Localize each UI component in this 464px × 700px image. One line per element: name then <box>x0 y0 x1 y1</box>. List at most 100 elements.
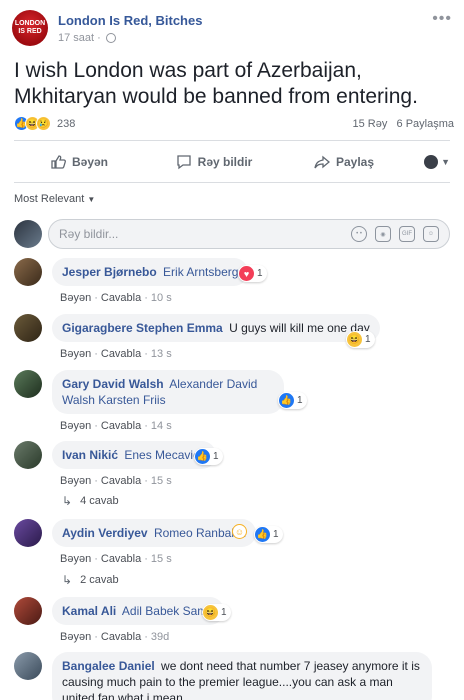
comment-reactions[interactable]: ♥ 1 <box>238 265 267 282</box>
share-button[interactable]: Paylaş <box>284 154 404 170</box>
comment-reply-link[interactable]: Cavabla <box>101 420 141 432</box>
comment-body: Ivan Nikić Enes Mecavica 👍 1 Bəyən · Cavabl… <box>52 441 223 487</box>
share-arrow-icon <box>314 155 330 169</box>
avatar-logo-text: LONDON IS RED <box>14 20 46 35</box>
comment-item: Bangalee Daniel we dont need that number… <box>14 652 450 700</box>
comment-author[interactable]: Gigaragbere Stephen Emma <box>62 321 223 335</box>
avatar[interactable] <box>14 220 42 248</box>
post-header: LONDON IS RED London Is Red, Bitches 17 … <box>12 10 452 46</box>
shares-count[interactable]: 6 Paylaşma <box>397 118 454 130</box>
view-replies-link[interactable]: ↳ 4 cavab <box>62 494 119 508</box>
comment-reactions[interactable]: 👍 1 <box>194 448 223 465</box>
like-button[interactable]: Bəyən <box>14 154 144 170</box>
comment-reply-link[interactable]: Cavabla <box>101 475 141 487</box>
comment-timestamp[interactable]: 39d <box>151 631 169 643</box>
comment-like-link[interactable]: Bəyən <box>60 348 91 360</box>
comment-reaction-button[interactable]: ☺ <box>232 524 250 539</box>
comment-reply-link[interactable]: Cavabla <box>101 631 141 643</box>
comment-like-link[interactable]: Bəyən <box>60 631 91 643</box>
camera-icon[interactable]: ◉ <box>375 226 391 242</box>
avatar[interactable] <box>14 519 42 547</box>
comment-input[interactable] <box>59 227 351 241</box>
reply-arrow-icon: ↳ <box>62 494 73 508</box>
page-name-link[interactable]: London Is Red, Bitches <box>58 13 452 28</box>
sticker-icon[interactable]: ☺ <box>423 226 439 242</box>
reaction-count[interactable]: 238 <box>57 118 75 130</box>
post-timestamp[interactable]: 17 saat <box>58 32 94 44</box>
comment-mention[interactable]: Adil Babek Samir <box>122 604 214 618</box>
comment-sort-dropdown[interactable]: Most Relevant ▼ <box>14 193 95 205</box>
comment-reactions[interactable]: 👍 1 <box>278 392 307 409</box>
comment-reactions[interactable]: 😆 1 <box>202 604 231 621</box>
reaction-as-selector[interactable]: ▼ <box>424 155 450 169</box>
composer-icons: • • ◉ GIF ☺ <box>351 226 439 242</box>
comment-reactions[interactable]: 😆 1 <box>346 331 375 348</box>
comment-like-link[interactable]: Bəyən <box>60 475 91 487</box>
replies-count: 4 cavab <box>80 495 119 507</box>
comment-reaction-count: 1 <box>273 529 279 540</box>
dot-separator: · <box>144 348 148 360</box>
avatar[interactable] <box>14 652 42 680</box>
dot-separator: · <box>144 420 148 432</box>
comment-timestamp[interactable]: 13 s <box>151 348 172 360</box>
comment-author[interactable]: Jesper Bjørnebo <box>62 265 157 279</box>
comment-author[interactable]: Gary David Walsh <box>62 377 164 391</box>
view-replies-link[interactable]: ↳ 2 cavab <box>62 573 119 587</box>
dot-separator: · <box>94 553 98 565</box>
comment-reply-link[interactable]: Cavabla <box>101 348 141 360</box>
comment-reaction-count: 1 <box>297 395 303 406</box>
comment-like-link[interactable]: Bəyən <box>60 292 91 304</box>
comment-timestamp[interactable]: 10 s <box>151 292 172 304</box>
comment-author[interactable]: Aydin Verdiyev <box>62 526 148 540</box>
post-actions-bar: Bəyən Rəy bildir Paylaş ▼ <box>14 146 450 178</box>
comment-reaction-count: 1 <box>257 268 263 279</box>
comment-body: Gary David Walsh Alexander David Walsh K… <box>52 370 307 432</box>
comment-like-link[interactable]: Bəyən <box>60 420 91 432</box>
like-icon: 👍 <box>279 393 294 408</box>
comment-body: Gigaragbere Stephen Emma U guys will kil… <box>52 314 380 360</box>
comment-author[interactable]: Bangalee Daniel <box>62 659 155 673</box>
comment-button[interactable]: Rəy bildir <box>144 154 284 170</box>
comment-bubble: Bangalee Daniel we dont need that number… <box>52 652 432 700</box>
emoji-icon[interactable]: • • <box>351 226 367 242</box>
comment-like-link[interactable]: Bəyən <box>60 553 91 565</box>
dot-separator: · <box>94 475 98 487</box>
avatar[interactable] <box>14 441 42 469</box>
comment-reaction-count: 1 <box>365 334 371 345</box>
comment-actions: Bəyən · Cavabla · 13 s <box>60 348 380 360</box>
divider <box>14 182 450 183</box>
comment-reactions[interactable]: 👍 1 <box>254 526 283 543</box>
comment-reply-link[interactable]: Cavabla <box>101 292 141 304</box>
more-options-icon[interactable]: ••• <box>432 10 452 28</box>
dot-separator: · <box>144 292 148 304</box>
comment-author[interactable]: Ivan Nikić <box>62 448 118 462</box>
comment-author[interactable]: Kamal Ali <box>62 604 116 618</box>
comment-actions: Bəyən · Cavabla · 39d <box>60 631 224 643</box>
page-avatar[interactable]: LONDON IS RED <box>12 10 48 46</box>
comment-timestamp[interactable]: 14 s <box>151 420 172 432</box>
globe-icon <box>105 32 116 43</box>
avatar[interactable] <box>14 314 42 342</box>
comment-bubble: Ivan Nikić Enes Mecavica <box>52 441 216 469</box>
avatar[interactable] <box>14 370 42 398</box>
avatar[interactable] <box>14 258 42 286</box>
comment-bubble: Jesper Bjørnebo Erik Arntsberg <box>52 258 249 286</box>
comment-mention[interactable]: Erik Arntsberg <box>163 265 238 279</box>
post-meta: 17 saat · <box>58 32 452 44</box>
divider <box>14 140 450 141</box>
comment-timestamp[interactable]: 15 s <box>151 553 172 565</box>
reactions-summary[interactable]: 👍 😆 😢 238 15 Rəy 6 Paylaşma <box>14 116 454 131</box>
comment-input-box[interactable]: • • ◉ GIF ☺ <box>48 219 450 249</box>
comment-timestamp[interactable]: 15 s <box>151 475 172 487</box>
comment-bubble: Gary David Walsh Alexander David Walsh K… <box>52 370 284 414</box>
comments-count[interactable]: 15 Rəy <box>352 118 387 130</box>
comment-item: Aydin Verdiyev Romeo Ranbaksi ☺ 👍 1 Bəyən… <box>14 519 450 565</box>
comment-actions: Bəyən · Cavabla · 15 s <box>60 553 256 565</box>
comment-mention[interactable]: Karsten Friis <box>98 393 165 407</box>
avatar[interactable] <box>14 597 42 625</box>
post-card: LONDON IS RED London Is Red, Bitches 17 … <box>0 0 464 700</box>
dot-separator: · <box>94 420 98 432</box>
comment-reply-link[interactable]: Cavabla <box>101 553 141 565</box>
gif-icon[interactable]: GIF <box>399 226 415 242</box>
haha-icon: 😆 <box>203 605 218 620</box>
